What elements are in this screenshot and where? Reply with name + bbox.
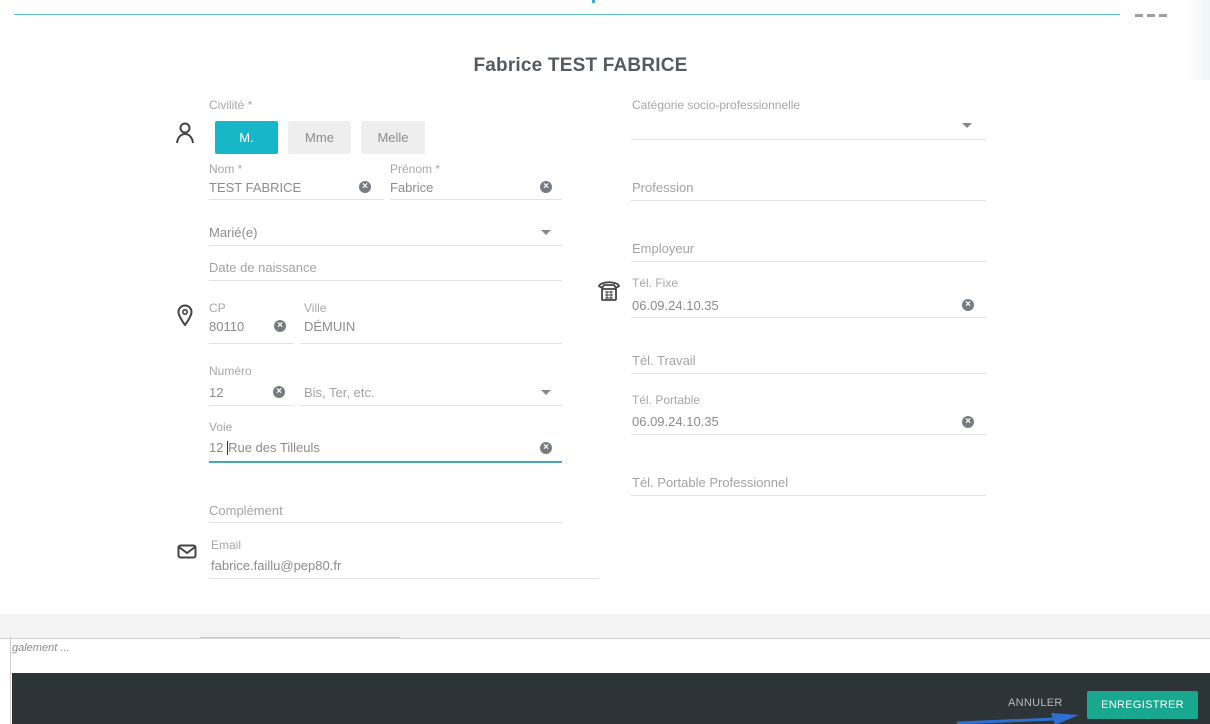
prenom-label: Prénom * <box>390 162 441 176</box>
remarks-text: galement ... <box>12 642 70 654</box>
tel-fixe-clear-icon[interactable]: × <box>962 299 974 311</box>
civilite-melle-button[interactable]: Melle <box>361 121 425 154</box>
voie-text-before: 12 <box>209 440 228 455</box>
ville-underline <box>300 343 562 344</box>
person-icon <box>176 122 194 144</box>
employeur-input[interactable]: Employeur <box>632 241 694 256</box>
profession-input[interactable]: Profession <box>632 180 693 195</box>
tel-fixe-underline <box>631 317 986 318</box>
civilite-m-button[interactable]: M. <box>215 121 278 154</box>
top-divider <box>14 14 1120 15</box>
email-envelope-icon <box>177 544 197 559</box>
ville-input[interactable]: DÉMUIN <box>304 319 355 334</box>
voie-text-after: Rue des Tilleuls <box>228 440 320 455</box>
voie-underline <box>209 461 562 463</box>
employeur-underline <box>631 261 986 262</box>
email-input[interactable]: fabrice.faillu@pep80.fr <box>211 558 341 573</box>
telephone-icon <box>597 281 621 301</box>
nom-underline <box>209 199 384 200</box>
tel-travail-underline <box>631 373 986 374</box>
menu-dashes-icon[interactable] <box>1135 14 1167 17</box>
numero-underline <box>209 405 294 406</box>
bis-underline <box>300 405 562 406</box>
email-label: Email <box>211 538 242 552</box>
ville-label: Ville <box>304 301 327 315</box>
numero-label: Numéro <box>209 364 252 378</box>
cp-clear-icon[interactable]: × <box>274 320 286 332</box>
csp-caret-down-icon[interactable] <box>962 123 972 128</box>
nom-clear-icon[interactable]: × <box>359 181 371 193</box>
cp-input[interactable]: 80110 <box>209 319 244 334</box>
civilite-mme-button[interactable]: Mme <box>288 121 351 154</box>
remarks-strip <box>0 639 1210 672</box>
page-title: Fabrice TEST FABRICE <box>473 55 688 76</box>
csp-label: Catégorie socio-professionnelle <box>632 98 801 112</box>
prenom-input[interactable]: Fabrice <box>390 180 433 195</box>
numero-clear-icon[interactable]: × <box>273 386 285 398</box>
pointer-arrow-icon <box>956 713 1079 724</box>
voie-clear-icon[interactable]: × <box>540 442 552 454</box>
tel-portable-input[interactable]: 06.09.24.10.35 <box>632 414 719 429</box>
situation-underline <box>209 245 562 246</box>
civilite-label: Civilité * <box>209 98 253 112</box>
section-band <box>0 614 1210 638</box>
tel-portable-underline <box>631 434 986 435</box>
email-underline <box>209 578 599 579</box>
scroll-edge <box>1186 0 1210 80</box>
tel-portable-pro-underline <box>631 495 986 496</box>
prenom-underline <box>390 199 562 200</box>
naissance-input[interactable]: Date de naissance <box>209 260 317 275</box>
bis-caret-down-icon[interactable] <box>541 390 551 395</box>
tel-fixe-label: Tél. Fixe <box>632 276 679 290</box>
csp-select[interactable] <box>631 139 986 140</box>
profession-underline <box>631 200 986 201</box>
tel-portable-clear-icon[interactable]: × <box>962 416 974 428</box>
voie-label: Voie <box>209 420 233 434</box>
tel-portable-label: Tél. Portable <box>632 393 701 407</box>
nom-input[interactable]: TEST FABRICE <box>209 180 301 195</box>
cp-underline <box>209 343 294 344</box>
numero-input[interactable]: 12 <box>209 385 223 400</box>
prenom-clear-icon[interactable]: × <box>540 181 552 193</box>
left-edge <box>10 636 11 724</box>
location-pin-icon <box>177 304 193 326</box>
situation-caret-down-icon[interactable] <box>541 230 551 235</box>
complement-input[interactable]: Complément <box>209 503 283 518</box>
naissance-underline <box>209 280 562 281</box>
situation-select[interactable]: Marié(e) <box>209 225 257 240</box>
bis-select[interactable]: Bis, Ter, etc. <box>304 385 375 400</box>
save-button[interactable]: ENREGISTRER <box>1087 691 1198 719</box>
tel-travail-input[interactable]: Tél. Travail <box>632 353 696 368</box>
tel-portable-pro-input[interactable]: Tél. Portable Professionnel <box>632 475 788 490</box>
top-indicator <box>592 0 595 3</box>
voie-input[interactable]: 12 Rue des Tilleuls <box>209 440 320 457</box>
complement-underline <box>209 522 562 523</box>
band-tab-line <box>200 637 400 638</box>
cp-label: CP <box>209 301 226 315</box>
nom-label: Nom * <box>209 162 243 176</box>
tel-fixe-input[interactable]: 06.09.24.10.35 <box>632 298 719 313</box>
